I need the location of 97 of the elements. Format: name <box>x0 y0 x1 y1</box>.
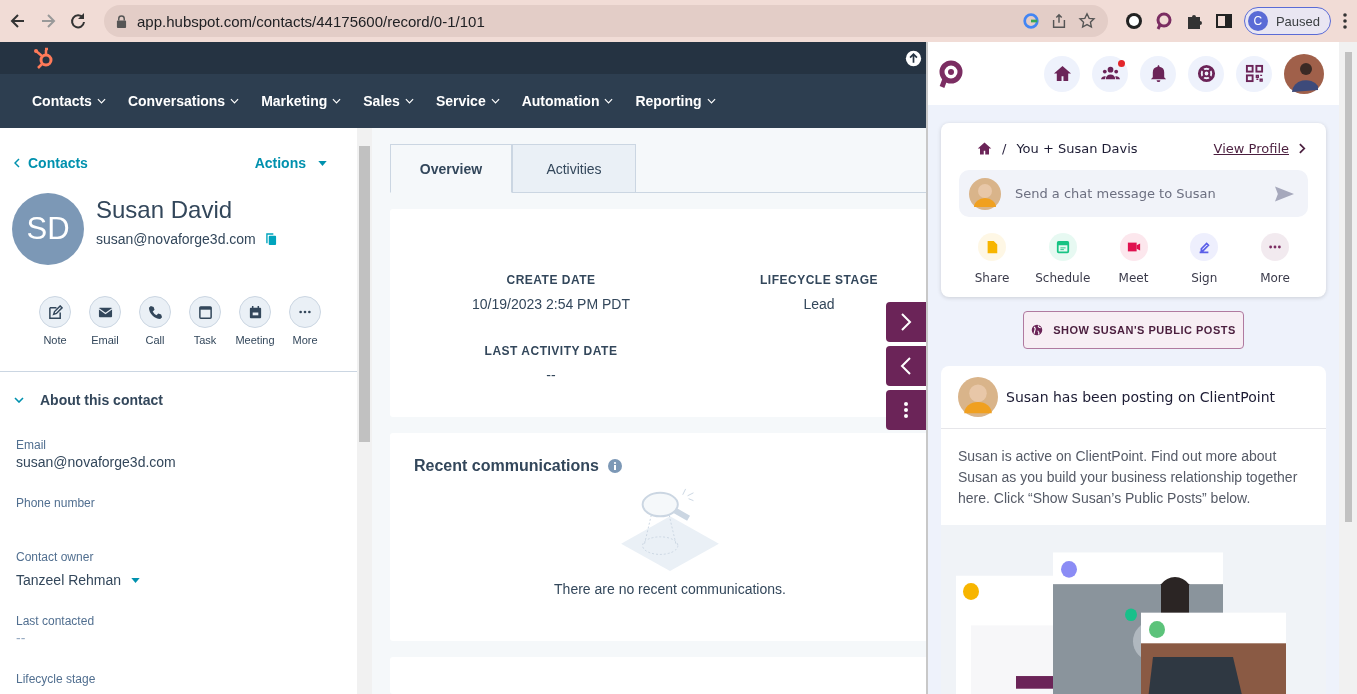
nav-menu[interactable]: Reporting <box>635 93 716 109</box>
field-label: Phone number <box>16 496 96 510</box>
header-button[interactable] <box>1092 55 1128 92</box>
action-button[interactable]: Call <box>130 296 180 346</box>
property-value: 10/19/2023 2:54 PM PDT <box>472 296 630 312</box>
back-link[interactable]: Contacts <box>14 155 88 171</box>
address-bar[interactable]: app.hubspot.com/contacts/44175600/record/0-1/101 <box>104 5 1108 37</box>
caret-icon <box>96 98 106 104</box>
card-title: Recent communications <box>414 457 599 476</box>
header-button[interactable] <box>1188 55 1224 92</box>
nav-menu[interactable]: Service <box>435 93 500 109</box>
calendar-icon <box>247 304 263 320</box>
phone-icon <box>147 304 163 320</box>
profile-chip[interactable]: C Paused <box>1243 7 1331 35</box>
chevron-icon <box>14 397 24 403</box>
globe-icon <box>1031 324 1044 336</box>
nav-menu[interactable]: Automation <box>521 93 614 109</box>
breadcrumb-title: You + Susan Davis <box>1016 141 1138 156</box>
action-button[interactable]: Meeting <box>230 296 280 346</box>
quick-action[interactable]: Share <box>961 233 1023 285</box>
field-label: Last contacted <box>16 614 96 628</box>
action-button[interactable]: Task <box>180 296 230 346</box>
chevron-right-icon[interactable] <box>1299 143 1306 154</box>
card-description: Susan is active on ClientPoint. Find out more about Susan as you build your business relationship together here. Click “Show Susan’s Public Posts” below. <box>957 447 1299 508</box>
scrollbar-thumb[interactable] <box>359 146 370 442</box>
nav-menu[interactable]: Marketing <box>261 93 342 109</box>
field-label: Email <box>16 438 47 452</box>
lock-icon[interactable] <box>116 14 127 28</box>
ellipsis-icon <box>299 310 311 314</box>
nav-menu[interactable]: Conversations <box>127 93 240 109</box>
info-icon[interactable] <box>607 459 622 474</box>
header-button[interactable] <box>1236 55 1272 92</box>
caret-icon <box>490 98 500 104</box>
caret-icon <box>706 98 716 104</box>
chevron-left-button[interactable] <box>886 346 926 386</box>
contact-avatar <box>969 178 1001 210</box>
qr-code-icon <box>1244 64 1264 83</box>
caret-icon <box>230 98 240 104</box>
header-button[interactable] <box>1140 55 1176 92</box>
lifebuoy-icon <box>1196 64 1216 83</box>
quick-action[interactable]: Sign <box>1173 233 1236 285</box>
contact-email: susan@novaforge3d.com <box>96 231 256 247</box>
chevron-right-button[interactable] <box>886 302 926 342</box>
caret-icon <box>604 98 614 104</box>
caret-icon <box>131 577 141 583</box>
user-avatar[interactable] <box>1284 53 1324 94</box>
pencil-icon <box>47 304 63 320</box>
field-value: -- <box>16 630 27 646</box>
action-button[interactable]: Email <box>80 296 130 346</box>
tab[interactable]: Overview <box>390 144 512 193</box>
action-button[interactable]: More <box>280 296 330 346</box>
home-icon[interactable] <box>977 141 992 156</box>
copy-icon[interactable] <box>265 232 277 246</box>
actions-menu[interactable]: Actions <box>254 155 327 171</box>
property-value: Lead <box>803 296 835 312</box>
caret-icon <box>318 160 327 166</box>
section-toggle[interactable]: About this contact <box>0 372 357 408</box>
sidebar-icon[interactable] <box>1213 11 1234 31</box>
nav-menu[interactable]: Contacts <box>32 93 106 109</box>
property-label: LIFECYCLE STAGE <box>760 273 878 287</box>
contact-name: Susan David <box>96 196 234 224</box>
nav-menu[interactable]: Sales <box>363 93 414 109</box>
caret-icon <box>332 98 342 104</box>
quick-action[interactable]: More <box>1244 233 1306 285</box>
upload-icon[interactable] <box>905 49 922 67</box>
card-title: Susan has been posting on ClientPoint <box>1006 389 1276 405</box>
chevron-left-icon <box>900 356 912 376</box>
quick-action[interactable]: Meet <box>1102 233 1165 285</box>
extension-icon[interactable] <box>1123 11 1144 31</box>
window-icon <box>197 304 213 320</box>
property-label: LAST ACTIVITY DATE <box>484 344 618 358</box>
property-value: -- <box>546 367 556 383</box>
scrollbar-thumb[interactable] <box>1344 52 1352 522</box>
chat-input[interactable]: Send a chat message to Susan <box>959 170 1308 217</box>
home-icon <box>1052 64 1072 83</box>
more-button[interactable] <box>886 390 926 430</box>
star-icon[interactable] <box>1077 12 1096 30</box>
action-button[interactable]: Note <box>30 296 80 346</box>
view-profile-link[interactable]: View Profile <box>1213 141 1289 156</box>
breadcrumb-separator: / <box>1002 141 1007 156</box>
field-label: Lifecycle stage <box>16 672 97 686</box>
caret-icon <box>404 98 414 104</box>
header-button[interactable] <box>1044 55 1080 92</box>
show-posts-button[interactable]: SHOW SUSAN'S PUBLIC POSTS <box>1023 311 1244 349</box>
menu-icon[interactable] <box>1341 11 1349 31</box>
empty-message: There are no recent communications. <box>554 581 786 598</box>
quick-action[interactable]: Schedule <box>1031 233 1094 285</box>
owner-dropdown[interactable]: Tanzeel Rehman <box>16 572 341 588</box>
tab[interactable]: Activities <box>512 144 636 193</box>
property-label: CREATE DATE <box>506 273 596 287</box>
field-label: Contact owner <box>16 550 95 564</box>
contact-avatar: SD <box>12 193 84 265</box>
reload-icon[interactable] <box>68 11 88 31</box>
chevron-left-icon <box>14 158 20 168</box>
chevron-right-icon <box>900 312 912 332</box>
field-value: susan@novaforge3d.com <box>16 454 177 470</box>
contact-avatar <box>958 377 998 417</box>
